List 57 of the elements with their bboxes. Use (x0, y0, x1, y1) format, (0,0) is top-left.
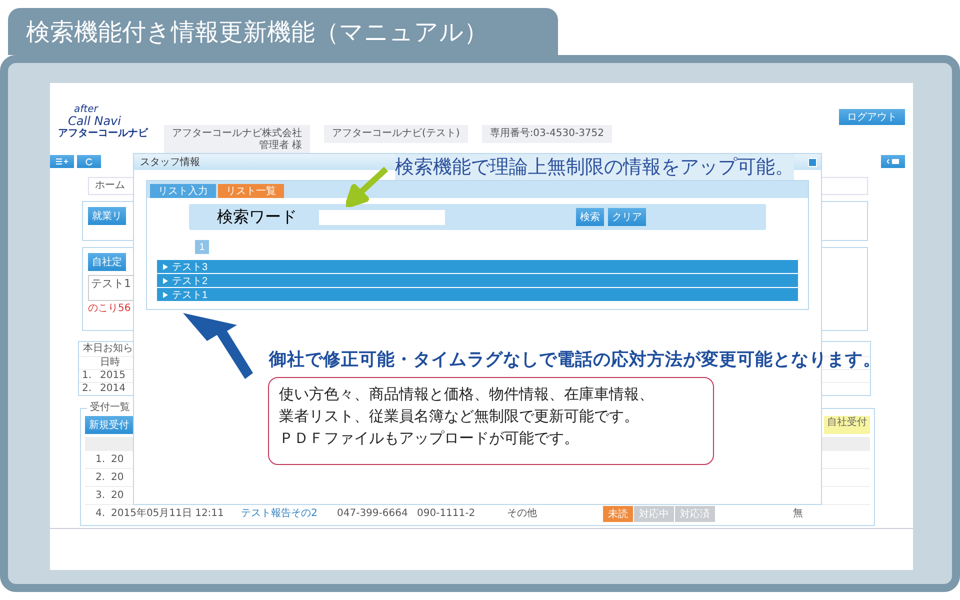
template-button[interactable]: 自社定 (88, 253, 126, 271)
list-button[interactable]: 就業リ (88, 207, 126, 225)
menu-icon (56, 158, 68, 165)
remaining-count: のこり56 (88, 303, 132, 315)
table-cell-text: 090-1111-2 (417, 508, 476, 520)
refresh-button[interactable] (77, 155, 101, 168)
mail-button[interactable] (881, 155, 905, 168)
table-cell-text: 20 (111, 472, 125, 484)
table-cell-text: 無 (793, 508, 804, 520)
field-label: 検索ワード (217, 206, 297, 228)
accordion-item[interactable]: テスト2 (157, 274, 798, 287)
caret-icon (163, 278, 168, 284)
table-cell-text: 2. (94, 472, 106, 484)
new-reception-button[interactable]: 新規受付 (85, 416, 133, 434)
table-cell-text: 2015年05月11日 12:11 (111, 508, 225, 520)
caret-icon (163, 264, 168, 270)
search-panel-button[interactable]: クリア (608, 208, 646, 226)
table-cell: 2015 (100, 370, 126, 382)
accordion-item[interactable]: テスト1 (157, 288, 798, 301)
header-info: アフターコールナビ株式会社 管理者 様 (164, 125, 310, 155)
table-cell-text: 047-399-6664 (337, 508, 409, 520)
table-cell-text: 1. (82, 370, 93, 382)
arrow-icon (183, 313, 255, 379)
status-button[interactable]: 未読 (603, 506, 633, 522)
search-field[interactable] (319, 210, 445, 224)
header-info: 専用番号:03-4530-3752 (482, 125, 612, 143)
table-cell-text: 3. (94, 490, 106, 502)
page-button[interactable]: 1 (195, 240, 209, 254)
annotation-text: 御社で修正可能・タイムラグなしで電話の応対方法が変更可能となります。 (269, 348, 881, 371)
banner-title: 検索機能付き情報更新機能（マニュアル） (8, 8, 558, 55)
refresh-icon (85, 158, 93, 166)
annotation-text: 検索機能で理論上無制限の情報をアップ可能。 (395, 154, 794, 180)
logout-button[interactable]: ログアウト (839, 109, 905, 125)
table-cell-text: その他 (507, 508, 538, 520)
search-panel-button[interactable]: 検索 (576, 208, 604, 226)
text: 本日お知ら (83, 343, 133, 354)
label: 自社受付 (824, 416, 870, 434)
accordion-item[interactable]: テスト3 (157, 260, 798, 273)
logo: after Call Navi アフターコールナビ (58, 105, 150, 139)
table-cell-text: 4. (94, 508, 106, 520)
close-button[interactable] (808, 158, 817, 167)
header-info: アフターコールナビ(テスト) (324, 125, 468, 143)
table-cell-text: 20 (111, 454, 125, 466)
callout-text: 使い方色々、商品情報と価格、物件情報、在庫車情報、 業者リスト、従業員名簿など無制限で更新可能です。 ＰＤＦファイルもアップロードが可能です。 (268, 377, 714, 465)
mail-icon (887, 158, 899, 165)
table-cell-text: 2. (82, 383, 93, 395)
tab[interactable]: リスト入力 (150, 184, 216, 198)
table-cell: 2014 (100, 383, 126, 395)
legend: 受付一覧 (87, 402, 133, 414)
link[interactable]: テスト報告その2 (241, 508, 337, 520)
table-cell-text: 20 (111, 490, 125, 502)
table-cell-text: 1. (94, 454, 106, 466)
tab[interactable]: リスト一覧 (218, 184, 284, 198)
caret-icon (163, 292, 168, 298)
text: 日時 (100, 357, 120, 369)
arrow-icon (346, 165, 390, 207)
menu-button[interactable] (50, 155, 74, 168)
